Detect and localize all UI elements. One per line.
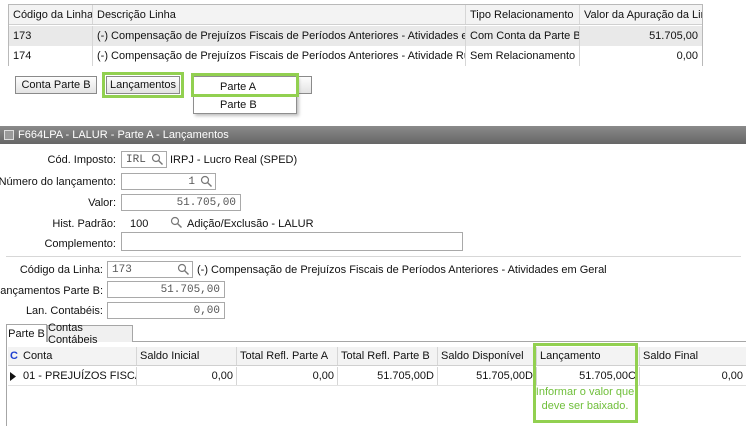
table-row[interactable]: 173 (-) Compensação de Prejuízos Fiscais…: [9, 26, 702, 46]
cell-valor: 51.705,00: [649, 30, 698, 42]
column-chooser-icon[interactable]: C: [8, 347, 20, 365]
col-header-valor-apuracao[interactable]: Valor da Apuração da Linha: [580, 5, 702, 24]
cell-saldo-inicial: 0,00: [137, 367, 237, 385]
cod-imposto-field[interactable]: IRL: [121, 151, 167, 168]
line-grid-header: Código da Linha Descrição Linha Tipo Rel…: [9, 5, 702, 25]
hist-padrao-label: Hist. Padrão:: [52, 218, 116, 230]
search-icon[interactable]: [177, 263, 190, 276]
highlight-parte-a-box: [191, 73, 299, 97]
tab-parte-b[interactable]: Parte B: [6, 324, 47, 342]
search-icon[interactable]: [170, 216, 183, 229]
col-header-total-refl-parte-a[interactable]: Total Refl. Parte A: [237, 347, 338, 365]
cell-saldo-disponivel: 51.705,00D: [438, 367, 537, 385]
lan-contabeis-label: Lan. Contabéis:: [25, 305, 103, 317]
cell-valor: 0,00: [676, 50, 698, 62]
col-header-codigo-linha[interactable]: Código da Linha: [9, 5, 93, 24]
cell-descricao: (-) Compensação de Prejuízos Fiscais de …: [93, 26, 466, 46]
table-row[interactable]: 174 (-) Compensação de Prejuízos Fiscais…: [9, 46, 702, 66]
codigo-linha-value: 173: [112, 263, 132, 276]
numero-lancamento-field[interactable]: 1: [121, 173, 216, 190]
cell-codigo: 173: [9, 26, 93, 46]
window-title: F664LPA - LALUR - Parte A - Lançamentos: [18, 129, 229, 141]
col-header-saldo-final[interactable]: Saldo Final: [640, 347, 746, 365]
row-pointer-icon: [8, 367, 20, 385]
cell-saldo-final: 0,00: [721, 370, 743, 382]
cell-conta: 01 - PREJUÍZOS FISCAIS: [20, 367, 137, 385]
window-titlebar[interactable]: F664LPA - LALUR - Parte A - Lançamentos: [0, 126, 746, 144]
codigo-linha-description: (-) Compensação de Prejuízos Fiscais de …: [197, 264, 607, 276]
annotation-note: Informar o valor que deve ser baixado.: [535, 386, 635, 412]
valor-label: Valor:: [88, 197, 116, 209]
cell-codigo: 174: [9, 46, 93, 66]
codigo-linha-field[interactable]: 173: [107, 261, 193, 278]
search-icon[interactable]: [151, 153, 164, 166]
complemento-field[interactable]: [121, 232, 463, 251]
col-header-descricao-linha[interactable]: Descrição Linha: [93, 5, 466, 24]
cell-tipo: Sem Relacionamento: [466, 46, 580, 66]
cod-imposto-description: IRPJ - Lucro Real (SPED): [170, 154, 298, 166]
col-header-conta[interactable]: Conta: [20, 347, 137, 365]
conta-parte-b-button[interactable]: Conta Parte B: [15, 76, 97, 94]
section-divider: [6, 256, 741, 257]
numero-lancamento-label: Número do lançamento:: [0, 176, 116, 188]
cod-imposto-label: Cód. Imposto:: [47, 154, 116, 166]
valor-field[interactable]: 51.705,00: [121, 194, 241, 211]
cell-total-refl-parte-a: 0,00: [237, 367, 338, 385]
window-icon: [4, 130, 14, 140]
col-header-saldo-disponivel[interactable]: Saldo Disponível: [438, 347, 537, 365]
tab-contas-contabeis[interactable]: Contas Contábeis: [47, 322, 133, 346]
lancamentos-parte-b-label: Lançamentos Parte B:: [0, 285, 103, 297]
hist-padrao-value: 100: [130, 217, 149, 230]
search-icon[interactable]: [200, 175, 213, 188]
hist-padrao-field[interactable]: 100: [126, 215, 168, 232]
col-header-saldo-inicial[interactable]: Saldo Inicial: [137, 347, 237, 365]
lan-contabeis-field[interactable]: 0,00: [107, 302, 225, 319]
complemento-label: Complemento:: [44, 238, 116, 250]
menu-item-parte-b[interactable]: Parte B: [194, 96, 296, 114]
numero-lancamento-value: 1: [188, 175, 195, 188]
cell-total-refl-parte-b: 51.705,00D: [338, 367, 438, 385]
col-header-tipo-relacionamento[interactable]: Tipo Relacionamento: [466, 5, 580, 24]
lancamentos-parte-b-field[interactable]: 51.705,00: [107, 281, 225, 298]
hist-padrao-description: Adição/Exclusão - LALUR: [187, 218, 314, 230]
line-grid: Código da Linha Descrição Linha Tipo Rel…: [8, 4, 703, 66]
cod-imposto-value: IRL: [126, 153, 146, 166]
cell-tipo: Com Conta da Parte B: [466, 26, 580, 46]
highlight-lancamentos-box: [102, 72, 184, 98]
codigo-linha-label: Código da Linha:: [19, 264, 103, 276]
col-header-total-refl-parte-b[interactable]: Total Refl. Parte B: [338, 347, 438, 365]
cell-descricao: (-) Compensação de Prejuízos Fiscais de …: [93, 46, 466, 66]
